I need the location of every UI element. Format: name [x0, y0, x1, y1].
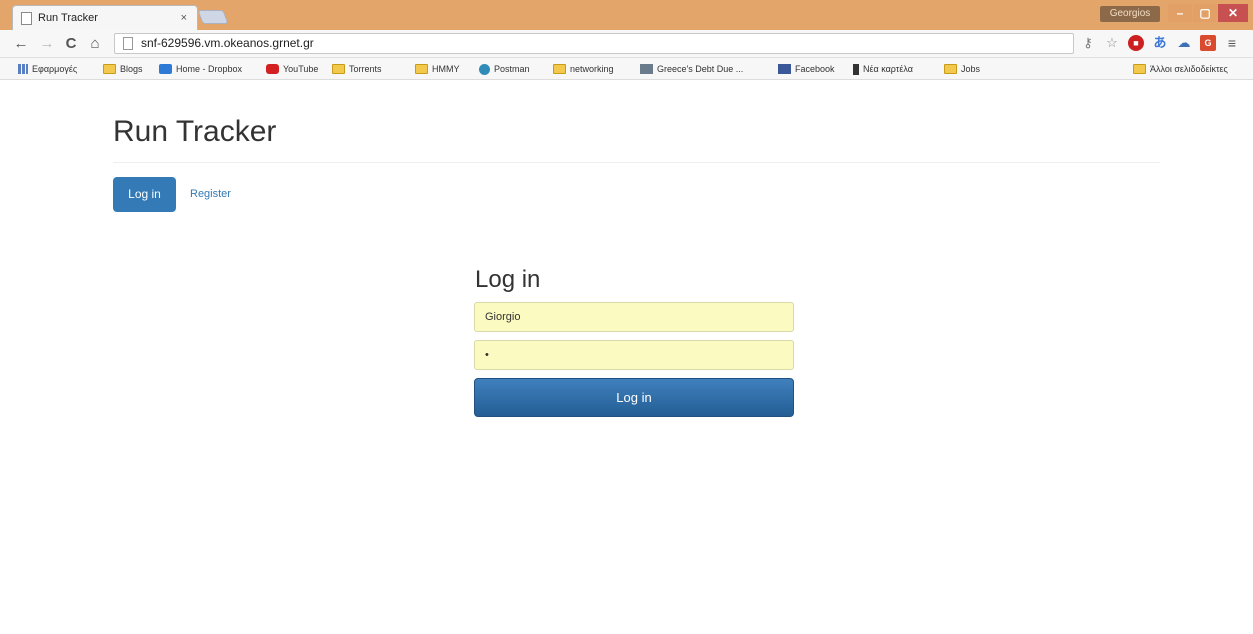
bookmark-label: networking	[570, 64, 614, 74]
bookmark-jobs[interactable]: Jobs	[944, 61, 980, 77]
cloud-icon[interactable]: ☁	[1176, 35, 1192, 51]
minimize-button[interactable]: –	[1168, 4, 1192, 22]
bookmark-facebook[interactable]: Facebook	[778, 61, 835, 77]
maximize-button[interactable]: ▢	[1193, 4, 1217, 22]
nav-register-link[interactable]: Register	[190, 177, 231, 212]
bookmark-label: Facebook	[795, 64, 835, 74]
page-icon	[123, 37, 133, 50]
extension-icons: ⚷ ☆ ■ あ ☁ G ≡	[1080, 35, 1240, 51]
bookmark-hmmy[interactable]: HMMY	[415, 61, 460, 77]
pin-icon	[853, 63, 859, 75]
bookmark-label: Torrents	[349, 64, 382, 74]
bookmark-blogs[interactable]: Blogs	[103, 61, 143, 77]
facebook-icon	[778, 64, 791, 74]
page-header: Run Tracker	[113, 115, 1160, 163]
login-submit-button[interactable]: Log in	[474, 378, 794, 417]
home-icon[interactable]: ⌂	[86, 35, 104, 52]
login-heading: Log in	[475, 266, 541, 293]
tab-close-icon[interactable]: ×	[179, 12, 189, 24]
bookmark-label: Greece's Debt Due ...	[657, 64, 744, 74]
username-field[interactable]: Giorgio	[474, 302, 794, 332]
star-icon[interactable]: ☆	[1104, 35, 1120, 51]
folder-icon	[103, 64, 116, 74]
folder-icon	[1133, 64, 1146, 74]
url-text: snf-629596.vm.okeanos.grnet.gr	[141, 36, 314, 50]
bookmark-label: Εφαρμογές	[32, 64, 78, 74]
bookmark-new-tab[interactable]: Νέα καρτέλα	[853, 61, 913, 77]
translate-icon[interactable]: あ	[1152, 35, 1168, 51]
nav-login-pill[interactable]: Log in	[113, 177, 176, 212]
browser-toolbar: ← → C ⌂ snf-629596.vm.okeanos.grnet.gr ⚷…	[0, 30, 1253, 58]
close-window-button[interactable]: ✕	[1218, 4, 1248, 22]
folder-icon	[415, 64, 428, 74]
badge-icon[interactable]: G	[1200, 35, 1216, 51]
youtube-icon	[266, 64, 279, 74]
bookmark-label: Jobs	[961, 64, 981, 74]
bookmark-label: Home - Dropbox	[176, 64, 243, 74]
page-icon	[21, 11, 32, 25]
document-icon	[640, 64, 653, 74]
other-bookmarks[interactable]: Άλλοι σελιδοδείκτες	[1133, 61, 1228, 77]
bookmark-torrents[interactable]: Torrents	[332, 61, 382, 77]
postman-icon	[479, 63, 490, 75]
menu-icon[interactable]: ≡	[1224, 35, 1240, 51]
address-bar[interactable]: snf-629596.vm.okeanos.grnet.gr	[114, 33, 1074, 54]
browser-titlebar: Run Tracker × Georgios – ▢ ✕	[0, 0, 1253, 30]
forward-arrow-icon[interactable]: →	[38, 35, 56, 52]
login-form: Log in Giorgio • Log in	[474, 262, 794, 417]
reload-icon[interactable]: C	[62, 35, 80, 52]
bookmark-label: Blogs	[120, 64, 143, 74]
bookmarks-bar: Εφαρμογές Blogs Home - Dropbox YouTube T…	[0, 58, 1253, 80]
bookmark-label: HMMY	[432, 64, 460, 74]
apps-icon	[18, 64, 28, 74]
bookmark-greece-debt[interactable]: Greece's Debt Due ...	[640, 61, 743, 77]
dropbox-icon	[159, 64, 172, 74]
page-title: Run Tracker	[113, 115, 277, 148]
bookmark-youtube[interactable]: YouTube	[266, 61, 318, 77]
profile-badge[interactable]: Georgios	[1100, 6, 1160, 22]
browser-tab[interactable]: Run Tracker ×	[12, 5, 198, 30]
folder-icon	[332, 64, 345, 74]
back-arrow-icon[interactable]: ←	[12, 35, 30, 52]
new-tab-button[interactable]	[197, 10, 229, 24]
stop-icon[interactable]: ■	[1128, 35, 1144, 51]
bookmark-apps[interactable]: Εφαρμογές	[18, 61, 77, 77]
folder-icon	[944, 64, 957, 74]
folder-icon	[553, 64, 566, 74]
tab-title: Run Tracker	[38, 12, 98, 24]
bookmark-label: Άλλοι σελιδοδείκτες	[1150, 64, 1228, 74]
nav-pills: Log in Register	[113, 177, 231, 212]
bookmark-dropbox[interactable]: Home - Dropbox	[159, 61, 242, 77]
key-icon[interactable]: ⚷	[1080, 35, 1096, 51]
bookmark-label: Postman	[494, 64, 530, 74]
bookmark-label: YouTube	[283, 64, 319, 74]
bookmark-postman[interactable]: Postman	[479, 61, 530, 77]
password-field[interactable]: •	[474, 340, 794, 370]
bookmark-networking[interactable]: networking	[553, 61, 614, 77]
bookmark-label: Νέα καρτέλα	[863, 64, 913, 74]
